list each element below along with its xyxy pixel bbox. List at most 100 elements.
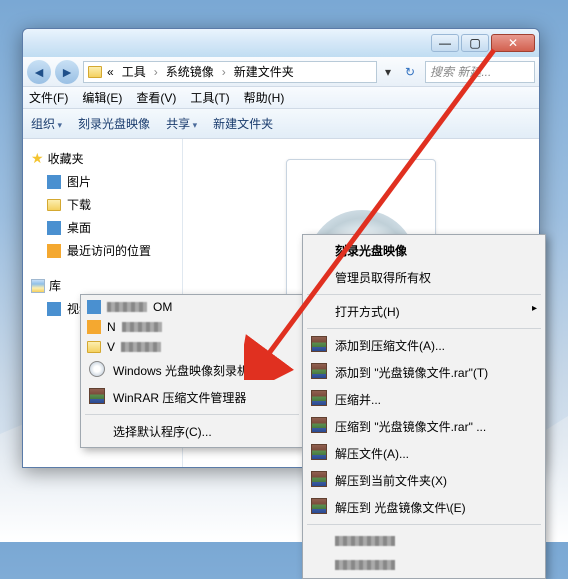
menu-edit[interactable]: 编辑(E) xyxy=(82,89,122,106)
menu-item-label: WinRAR 压缩文件管理器 xyxy=(113,391,246,405)
sidebar-item-label: 桌面 xyxy=(67,219,91,236)
censored-text xyxy=(122,322,162,332)
organize-button[interactable]: 组织 xyxy=(31,115,62,132)
share-button[interactable]: 共享 xyxy=(166,115,197,132)
open-with-submenu: OM N V Windows 光盘映像刻录机 WinRAR 压缩文件管理器 选择… xyxy=(80,294,304,448)
winrar-icon xyxy=(311,498,327,514)
app-icon xyxy=(87,341,101,353)
sidebar-item-label: 最近访问的位置 xyxy=(67,242,151,259)
forward-button[interactable]: ► xyxy=(55,60,79,84)
breadcrumb[interactable]: « 工具 › 系统镜像 › 新建文件夹 xyxy=(83,61,377,83)
breadcrumb-sep: › xyxy=(151,65,161,79)
winrar-icon xyxy=(311,417,327,433)
context-add-archive[interactable]: 添加到压缩文件(A)... xyxy=(305,332,543,359)
app-row: N xyxy=(83,317,301,337)
context-censored-item[interactable] xyxy=(305,528,543,552)
favorites-label: 收藏夹 xyxy=(48,150,84,167)
sidebar-favorites[interactable]: ★ 收藏夹 xyxy=(27,147,178,170)
menu-item-label: 解压到 光盘镜像文件\(E) xyxy=(335,501,466,515)
choose-default-program[interactable]: 选择默认程序(C)... xyxy=(83,418,301,445)
app-row: OM xyxy=(83,297,301,317)
censored-text xyxy=(335,536,395,546)
context-compress-to-rar[interactable]: 压缩到 "光盘镜像文件.rar" ... xyxy=(305,413,543,440)
winrar-icon xyxy=(89,388,105,404)
context-censored-item[interactable] xyxy=(305,552,543,576)
censored-text xyxy=(335,560,395,570)
context-extract[interactable]: 解压文件(A)... xyxy=(305,440,543,467)
libraries-label: 库 xyxy=(49,277,61,294)
menu-item-label: 压缩并... xyxy=(335,393,381,407)
context-admin-ownership[interactable]: 管理员取得所有权 xyxy=(305,264,543,291)
open-with-windows-burner[interactable]: Windows 光盘映像刻录机 xyxy=(83,357,301,384)
menu-bar: 文件(F) 编辑(E) 查看(V) 工具(T) 帮助(H) xyxy=(23,87,539,109)
winrar-icon xyxy=(311,336,327,352)
folder-icon xyxy=(88,66,102,78)
menu-item-label: 压缩到 "光盘镜像文件.rar" ... xyxy=(335,420,486,434)
menu-item-label: 添加到压缩文件(A)... xyxy=(335,339,445,353)
breadcrumb-sep: › xyxy=(219,65,229,79)
new-folder-button[interactable]: 新建文件夹 xyxy=(213,115,273,132)
context-extract-here[interactable]: 解压到当前文件夹(X) xyxy=(305,467,543,494)
context-extract-to[interactable]: 解压到 光盘镜像文件\(E) xyxy=(305,494,543,521)
back-button[interactable]: ◄ xyxy=(27,60,51,84)
navigation-bar: ◄ ► « 工具 › 系统镜像 › 新建文件夹 ▾ ↻ 搜索 新建... xyxy=(23,57,539,87)
context-menu: 刻录光盘映像 管理员取得所有权 打开方式(H) 添加到压缩文件(A)... 添加… xyxy=(302,234,546,579)
menu-item-label: 添加到 "光盘镜像文件.rar"(T) xyxy=(335,366,488,380)
app-icon xyxy=(87,300,101,314)
menu-separator xyxy=(307,524,541,525)
burn-button[interactable]: 刻录光盘映像 xyxy=(78,115,150,132)
menu-separator xyxy=(85,414,299,415)
sidebar-item-label: 图片 xyxy=(67,173,91,190)
titlebar: — ▢ ✕ xyxy=(23,29,539,57)
sidebar-item-desktop[interactable]: 桌面 xyxy=(27,216,178,239)
library-icon xyxy=(31,279,45,293)
context-add-rar[interactable]: 添加到 "光盘镜像文件.rar"(T) xyxy=(305,359,543,386)
sidebar-item-pictures[interactable]: 图片 xyxy=(27,170,178,193)
context-open-with[interactable]: 打开方式(H) xyxy=(305,298,543,325)
app-icon xyxy=(87,320,101,334)
sidebar-item-downloads[interactable]: 下载 xyxy=(27,193,178,216)
maximize-button[interactable]: ▢ xyxy=(461,34,489,52)
menu-tools[interactable]: 工具(T) xyxy=(190,89,229,106)
app-label-prefix: N xyxy=(107,320,116,334)
recent-icon xyxy=(47,244,61,258)
app-label-prefix: V xyxy=(107,340,115,354)
burner-icon xyxy=(89,361,105,377)
app-label-suffix: OM xyxy=(153,300,172,314)
pictures-icon xyxy=(47,175,61,189)
context-compress-mail[interactable]: 压缩并... xyxy=(305,386,543,413)
breadcrumb-item[interactable]: 系统镜像 xyxy=(163,63,217,80)
minimize-button[interactable]: — xyxy=(431,34,459,52)
menu-help[interactable]: 帮助(H) xyxy=(244,89,285,106)
breadcrumb-item[interactable]: 工具 xyxy=(119,63,149,80)
menu-item-label: 解压文件(A)... xyxy=(335,447,409,461)
sidebar-item-recent[interactable]: 最近访问的位置 xyxy=(27,239,178,262)
search-input[interactable]: 搜索 新建... xyxy=(425,61,535,83)
context-burn-image[interactable]: 刻录光盘映像 xyxy=(305,237,543,264)
close-button[interactable]: ✕ xyxy=(491,34,535,52)
toolbar: 组织 刻录光盘映像 共享 新建文件夹 xyxy=(23,109,539,139)
desktop-icon xyxy=(47,221,61,235)
menu-separator xyxy=(307,328,541,329)
winrar-icon xyxy=(311,363,327,379)
winrar-icon xyxy=(311,444,327,460)
breadcrumb-root[interactable]: « xyxy=(104,65,117,79)
breadcrumb-item[interactable]: 新建文件夹 xyxy=(231,63,297,80)
star-icon: ★ xyxy=(31,150,44,167)
menu-view[interactable]: 查看(V) xyxy=(136,89,176,106)
menu-file[interactable]: 文件(F) xyxy=(29,89,68,106)
sidebar-item-label: 下载 xyxy=(67,196,91,213)
censored-text xyxy=(121,342,161,352)
videos-icon xyxy=(47,302,61,316)
app-row: V xyxy=(83,337,301,357)
winrar-icon xyxy=(311,390,327,406)
menu-separator xyxy=(307,294,541,295)
folder-icon xyxy=(47,199,61,211)
refresh-button[interactable]: ↻ xyxy=(399,61,421,83)
menu-item-label: 解压到当前文件夹(X) xyxy=(335,474,447,488)
open-with-winrar[interactable]: WinRAR 压缩文件管理器 xyxy=(83,384,301,411)
censored-text xyxy=(107,302,147,312)
winrar-icon xyxy=(311,471,327,487)
dropdown-icon[interactable]: ▾ xyxy=(381,65,395,79)
menu-item-label: Windows 光盘映像刻录机 xyxy=(113,364,249,378)
